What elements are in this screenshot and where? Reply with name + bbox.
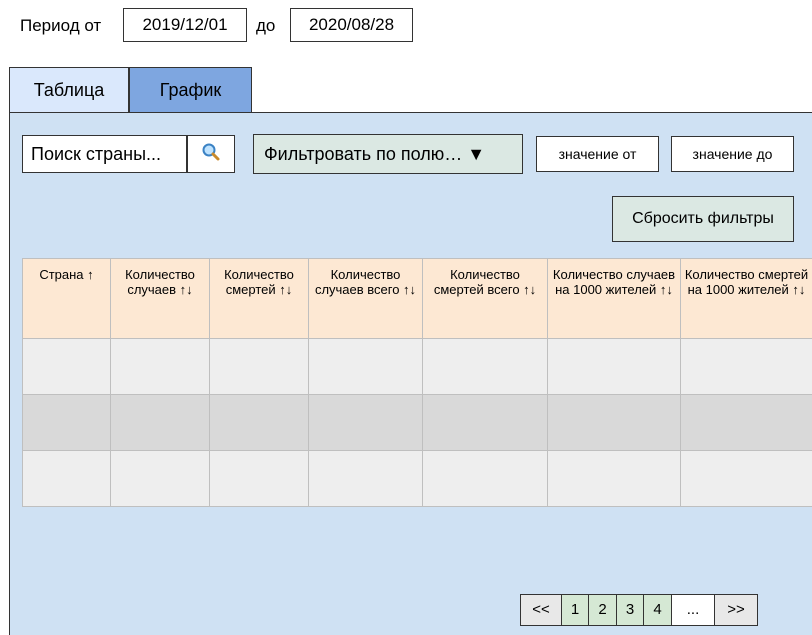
table-cell — [22, 338, 111, 395]
tab-table[interactable]: Таблица — [9, 67, 129, 113]
page-button-2[interactable]: 2 — [588, 594, 617, 626]
page-ellipsis: ... — [671, 594, 715, 626]
date-to-input[interactable] — [290, 8, 413, 42]
table-cell — [110, 394, 210, 451]
table-row — [22, 338, 812, 395]
table-cell — [308, 394, 423, 451]
page-button-1[interactable]: 1 — [561, 594, 589, 626]
table-cell — [422, 450, 548, 507]
page-button-3[interactable]: 3 — [616, 594, 644, 626]
period-from-label: Период от — [20, 16, 102, 35]
country-search-input[interactable]: Поиск страны... — [22, 135, 187, 173]
value-to-input[interactable]: значение до — [671, 136, 794, 172]
reset-filters-button[interactable]: Сбросить фильтры — [612, 196, 794, 242]
field-filter-select[interactable]: Фильтровать по полю… ▼ — [253, 134, 523, 174]
column-header-deaths[interactable]: Количество смертей ↑↓ — [209, 258, 309, 339]
table-cell — [209, 394, 309, 451]
table-cell — [547, 394, 681, 451]
search-icon — [201, 142, 221, 167]
page-button-4[interactable]: 4 — [643, 594, 672, 626]
table-cell — [680, 394, 812, 451]
column-header-cases[interactable]: Количество случаев ↑↓ — [110, 258, 210, 339]
table-cell — [547, 450, 681, 507]
next-page-button[interactable]: >> — [714, 594, 758, 626]
table-cell — [22, 394, 111, 451]
table-cell — [308, 450, 423, 507]
column-header-total-deaths[interactable]: Количество смертей всего ↑↓ — [422, 258, 548, 339]
table-cell — [547, 338, 681, 395]
table-cell — [110, 450, 210, 507]
table-row — [22, 394, 812, 451]
table-cell — [22, 450, 111, 507]
table-row — [22, 450, 812, 507]
column-header-deaths-per-1000[interactable]: Количество смертей на 1000 жителей ↑↓ — [680, 258, 812, 339]
table-cell — [680, 338, 812, 395]
table-cell — [110, 338, 210, 395]
pagination: << 1 2 3 4 ... >> — [520, 594, 758, 626]
data-table: Страна ↑ Количество случаев ↑↓ Количеств… — [22, 258, 812, 507]
table-cell — [209, 450, 309, 507]
tab-chart[interactable]: График — [129, 67, 252, 113]
table-cell — [209, 338, 309, 395]
column-header-cases-per-1000[interactable]: Количество случаев на 1000 жителей ↑↓ — [547, 258, 681, 339]
period-to-label: до — [256, 16, 276, 35]
value-from-input[interactable]: значение от — [536, 136, 659, 172]
table-cell — [422, 394, 548, 451]
table-header-row: Страна ↑ Количество случаев ↑↓ Количеств… — [22, 258, 812, 339]
date-from-input[interactable] — [123, 8, 247, 42]
table-cell — [680, 450, 812, 507]
table-cell — [422, 338, 548, 395]
prev-page-button[interactable]: << — [520, 594, 562, 626]
table-cell — [308, 338, 423, 395]
search-button[interactable] — [187, 135, 235, 173]
column-header-total-cases[interactable]: Количество случаев всего ↑↓ — [308, 258, 423, 339]
column-header-country[interactable]: Страна ↑ — [22, 258, 111, 339]
